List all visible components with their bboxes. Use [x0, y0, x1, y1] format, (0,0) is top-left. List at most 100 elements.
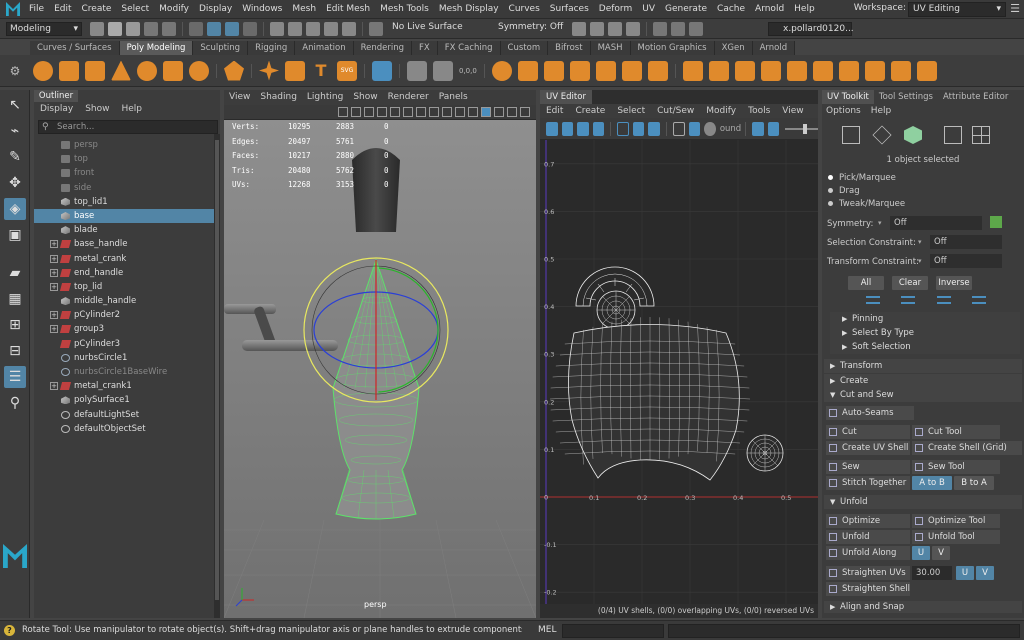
radio-drag[interactable]: Drag: [828, 186, 860, 196]
motion-blur-icon[interactable]: [415, 107, 426, 117]
poly-sphere-icon[interactable]: [33, 60, 53, 81]
rotate-tool-icon[interactable]: ◈: [4, 198, 26, 220]
render-view-icon[interactable]: [653, 22, 667, 36]
viewport-menu-shading[interactable]: Shading: [260, 90, 297, 105]
ipr-render-icon[interactable]: [590, 22, 604, 36]
expand-icon[interactable]: +: [50, 268, 58, 277]
tab-uv-toolkit[interactable]: UV Toolkit: [822, 90, 874, 104]
create-shell-grid-button[interactable]: Create Shell (Grid): [912, 441, 1022, 455]
unfold-along-button[interactable]: Unfold Along: [826, 546, 910, 560]
sew-tool-button[interactable]: Sew Tool: [912, 460, 1000, 474]
layout-single-icon[interactable]: ▦: [4, 288, 26, 310]
object-mode-icon[interactable]: [904, 126, 922, 144]
uv-distortion-icon[interactable]: [561, 121, 574, 136]
reduce-icon[interactable]: [647, 60, 668, 81]
menu-arnold[interactable]: Arnold: [750, 0, 789, 19]
outliner-item-persp[interactable]: persp: [34, 138, 214, 152]
grid-icon[interactable]: [493, 107, 504, 117]
shelf-tab-fx[interactable]: FX: [412, 41, 438, 55]
expand-icon[interactable]: +: [50, 311, 58, 320]
paint-select-icon[interactable]: ✎: [4, 146, 26, 168]
outliner-menu-help[interactable]: Help: [121, 104, 142, 114]
viewport-menu-panels[interactable]: Panels: [439, 90, 468, 105]
type-tool-icon[interactable]: T: [311, 61, 331, 80]
uv-checker-icon[interactable]: [592, 121, 605, 136]
outliner-item-top-lid1[interactable]: top_lid1: [34, 195, 214, 209]
snap-grid-icon[interactable]: [270, 22, 284, 36]
undo-icon[interactable]: [144, 22, 158, 36]
cut-button[interactable]: Cut: [826, 425, 910, 439]
dof-icon[interactable]: [441, 107, 452, 117]
mel-label[interactable]: MEL: [538, 625, 556, 635]
outliner-item-pcylinder2[interactable]: + pCylinder2: [34, 308, 214, 322]
section-cut-and-sew[interactable]: ▼ Cut and Sew: [824, 388, 1022, 402]
shelf-tab-rigging[interactable]: Rigging: [248, 41, 296, 55]
lights-icon[interactable]: [376, 107, 387, 117]
optimize-button[interactable]: Optimize: [826, 514, 910, 528]
straighten-angle-field[interactable]: 30.00: [912, 566, 952, 580]
uv-menu-cut-sew[interactable]: Cut/Sew: [657, 104, 694, 118]
live-surface-status[interactable]: No Live Surface: [392, 22, 463, 32]
resolution-gate-icon[interactable]: [506, 107, 517, 117]
uv-menu-create[interactable]: Create: [575, 104, 605, 118]
outliner-item-group3[interactable]: + group3: [34, 322, 214, 336]
menu-curves[interactable]: Curves: [504, 0, 545, 19]
uv-gamma-slider[interactable]: [785, 123, 819, 134]
search-icon[interactable]: ⚲: [4, 392, 26, 414]
new-scene-icon[interactable]: [90, 22, 104, 36]
target-weld-icon[interactable]: [864, 60, 885, 81]
auto-seams-button[interactable]: Auto-Seams: [826, 406, 914, 420]
menu-modify[interactable]: Modify: [154, 0, 194, 19]
lasso-tool-icon[interactable]: ⌁: [4, 120, 26, 142]
menu-deform[interactable]: Deform: [594, 0, 637, 19]
outliner-scrollbar[interactable]: [214, 134, 220, 618]
outliner-item-front[interactable]: front: [34, 166, 214, 180]
menu-generate[interactable]: Generate: [660, 0, 712, 19]
arnold-render-icon[interactable]: [689, 22, 703, 36]
shell-mode-icon[interactable]: [972, 126, 990, 144]
uv-editor-tab[interactable]: UV Editor: [540, 90, 592, 104]
select-hierarchy-icon[interactable]: [189, 22, 203, 36]
snap-point-icon[interactable]: [306, 22, 320, 36]
smooth-icon[interactable]: [543, 60, 564, 81]
shelf-tab-curves-surfaces[interactable]: Curves / Surfaces: [30, 41, 120, 55]
extract-icon[interactable]: [621, 60, 642, 81]
redo-icon[interactable]: [162, 22, 176, 36]
outliner-item-top[interactable]: top: [34, 152, 214, 166]
sew-button[interactable]: Sew: [826, 460, 910, 474]
menu-create[interactable]: Create: [77, 0, 117, 19]
section-align-and-snap[interactable]: ▶ Align and Snap: [824, 601, 1022, 613]
viewport-menu-lighting[interactable]: Lighting: [307, 90, 343, 105]
mel-command-input[interactable]: [562, 624, 664, 638]
edge-flow-icon[interactable]: [916, 60, 937, 81]
outliner-item-nurbscircle1basewire[interactable]: nurbsCircle1BaseWire: [34, 365, 214, 379]
uv-menu-select[interactable]: Select: [617, 104, 645, 118]
aa-icon[interactable]: [428, 107, 439, 117]
tab-tool-settings[interactable]: Tool Settings: [874, 90, 938, 104]
outliner-item-end-handle[interactable]: + end_handle: [34, 266, 214, 280]
scale-tool-icon[interactable]: ▣: [4, 224, 26, 246]
svg-tool-icon[interactable]: SVG: [337, 60, 357, 81]
outliner-tab[interactable]: Outliner: [34, 90, 78, 102]
symmetry-status[interactable]: Symmetry: Off: [498, 22, 563, 32]
separate-icon[interactable]: [517, 60, 538, 81]
platonic-solid-icon[interactable]: [224, 60, 244, 81]
stitch-together-button[interactable]: Stitch Together: [826, 476, 910, 490]
section-pinning[interactable]: ▶ Pinning: [830, 312, 1020, 326]
straighten-u-button[interactable]: U: [956, 566, 974, 580]
radio-tweak-marquee[interactable]: Tweak/Marquee: [828, 199, 905, 209]
menu-help[interactable]: Help: [789, 0, 820, 19]
menu-file[interactable]: File: [24, 0, 49, 19]
uv-snap-icon[interactable]: [688, 121, 701, 136]
select-all-button[interactable]: All: [848, 276, 884, 290]
pivot-icon[interactable]: 0,0,0: [459, 67, 477, 75]
quad-draw-icon[interactable]: [890, 60, 911, 81]
render-settings-icon[interactable]: [608, 22, 622, 36]
multi-cut-icon[interactable]: [812, 60, 833, 81]
b-to-a-button[interactable]: B to A: [954, 476, 994, 490]
save-scene-icon[interactable]: [126, 22, 140, 36]
uv-image-display-icon[interactable]: [767, 121, 780, 136]
camera-icon[interactable]: [704, 121, 716, 136]
uv-editor-icon[interactable]: [372, 60, 392, 81]
expand-icon[interactable]: +: [50, 240, 58, 249]
